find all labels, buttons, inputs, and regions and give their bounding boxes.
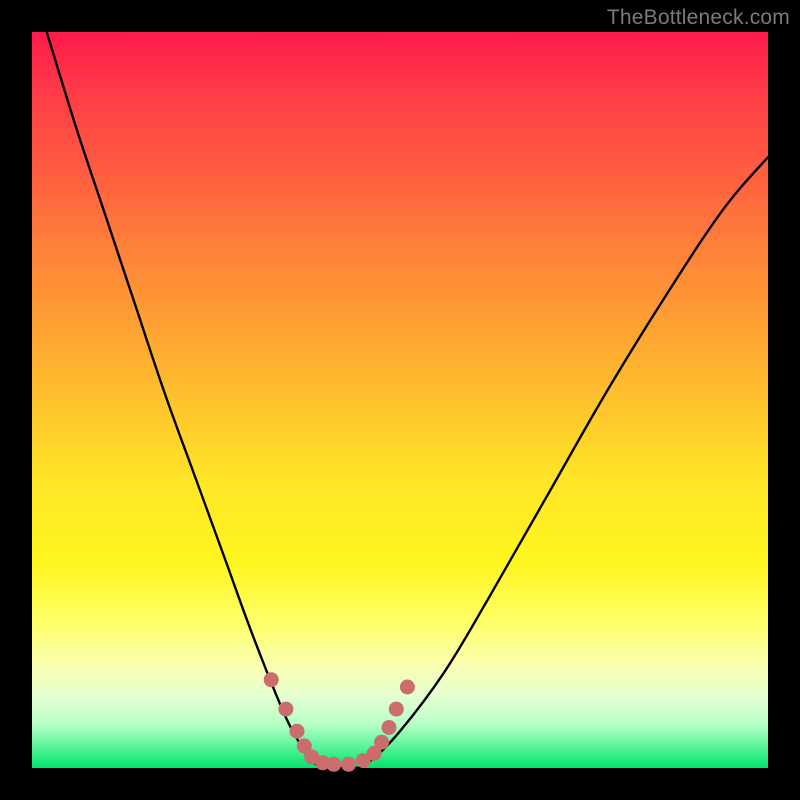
highlight-dot [326, 757, 341, 772]
chart-frame: TheBottleneck.com [0, 0, 800, 800]
highlight-dot [290, 724, 305, 739]
highlight-dot [374, 735, 389, 750]
chart-svg [32, 32, 768, 768]
highlight-dot [389, 702, 404, 717]
highlight-markers [264, 672, 415, 772]
watermark-text: TheBottleneck.com [607, 6, 790, 30]
bottleneck-curve [47, 32, 768, 769]
plot-area [32, 32, 768, 768]
highlight-dot [264, 672, 279, 687]
highlight-dot [341, 757, 356, 772]
highlight-dot [400, 680, 415, 695]
highlight-dot [278, 702, 293, 717]
highlight-dot [382, 720, 397, 735]
